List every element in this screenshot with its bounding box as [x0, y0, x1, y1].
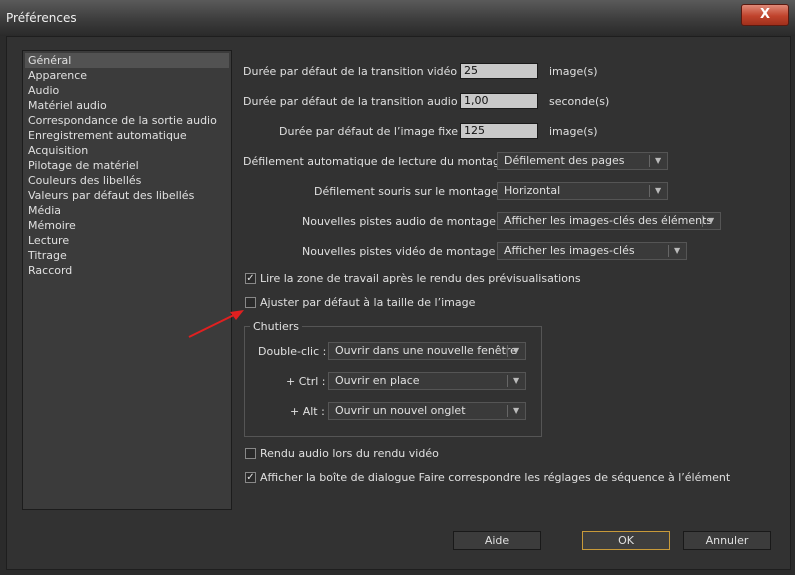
dropdown-separator	[507, 375, 508, 387]
sidebar-item-playback[interactable]: Lecture	[25, 233, 229, 248]
play-work-area-checkbox[interactable]: ✓	[245, 273, 256, 284]
double-click-value: Ouvrir dans une nouvelle fenêtre	[335, 344, 517, 357]
auto-scroll-dropdown[interactable]: Défilement des pages ▼	[497, 152, 668, 170]
audio-transition-unit: seconde(s)	[549, 95, 610, 108]
video-transition-unit: image(s)	[549, 65, 598, 78]
still-image-input[interactable]: 125	[460, 123, 538, 139]
sidebar-item-media[interactable]: Média	[25, 203, 229, 218]
dropdown-separator	[649, 185, 650, 197]
still-image-unit: image(s)	[549, 125, 598, 138]
show-match-dialog-label: Afficher la boîte de dialogue Faire corr…	[260, 471, 731, 484]
video-transition-input[interactable]: 25	[460, 63, 538, 79]
sidebar-item-general[interactable]: Général	[25, 53, 229, 68]
mouse-scroll-label: Défilement souris sur le montage :	[314, 185, 505, 198]
window-title: Préférences	[6, 11, 77, 25]
render-audio-checkbox[interactable]	[245, 448, 256, 459]
auto-scroll-value: Défilement des pages	[504, 154, 625, 167]
sidebar-item-trim[interactable]: Raccord	[25, 263, 229, 278]
auto-scroll-label: Défilement automatique de lecture du mon…	[243, 155, 514, 168]
preferences-window: Préférences X Général Apparence Audio Ma…	[0, 0, 795, 575]
new-audio-tracks-label: Nouvelles pistes audio de montage :	[302, 215, 504, 228]
sidebar-item-auto-save[interactable]: Enregistrement automatique	[25, 128, 229, 143]
annotation-arrow-icon	[188, 310, 244, 338]
chevron-down-icon: ▼	[513, 406, 520, 415]
audio-transition-input[interactable]: 1,00	[460, 93, 538, 109]
chevron-down-icon: ▼	[655, 156, 662, 165]
sidebar-item-label-colors[interactable]: Couleurs des libellés	[25, 173, 229, 188]
ok-button[interactable]: OK	[582, 531, 670, 550]
new-audio-tracks-dropdown[interactable]: Afficher les images-clés des éléments ▼	[497, 212, 721, 230]
video-transition-label: Durée par défaut de la transition vidéo …	[243, 65, 465, 78]
sidebar-item-label-defaults[interactable]: Valeurs par défaut des libellés	[25, 188, 229, 203]
dropdown-separator	[668, 245, 669, 257]
help-button[interactable]: Aide	[453, 531, 541, 550]
ctrl-value: Ouvrir en place	[335, 374, 420, 387]
dropdown-separator	[702, 215, 703, 227]
play-work-area-label: Lire la zone de travail après le rendu d…	[260, 272, 581, 285]
new-video-tracks-label: Nouvelles pistes vidéo de montage :	[302, 245, 503, 258]
ctrl-label: + Ctrl :	[286, 375, 326, 388]
close-button[interactable]: X	[741, 4, 789, 26]
chevron-down-icon: ▼	[513, 376, 520, 385]
sidebar-item-capture[interactable]: Acquisition	[25, 143, 229, 158]
ctrl-dropdown[interactable]: Ouvrir en place ▼	[328, 372, 526, 390]
still-image-label: Durée par défaut de l’image fixe :	[279, 125, 466, 138]
sidebar-item-titler[interactable]: Titrage	[25, 248, 229, 263]
new-video-tracks-value: Afficher les images-clés	[504, 244, 635, 257]
new-audio-tracks-value: Afficher les images-clés des éléments	[504, 214, 713, 227]
title-bar[interactable]: Préférences X	[0, 0, 795, 36]
bins-group-title: Chutiers	[250, 320, 303, 333]
render-audio-label: Rendu audio lors du rendu vidéo	[260, 447, 439, 460]
chevron-down-icon: ▼	[513, 346, 520, 355]
double-click-label: Double-clic :	[258, 345, 327, 358]
sidebar-item-audio-output-mapping[interactable]: Correspondance de la sortie audio	[25, 113, 229, 128]
dropdown-separator	[649, 155, 650, 167]
category-list[interactable]: Général Apparence Audio Matériel audio C…	[22, 50, 232, 510]
chevron-down-icon: ▼	[655, 186, 662, 195]
alt-value: Ouvrir un nouvel onglet	[335, 404, 466, 417]
audio-transition-label: Durée par défaut de la transition audio …	[243, 95, 465, 108]
show-match-dialog-checkbox[interactable]: ✓	[245, 472, 256, 483]
sidebar-item-appearance[interactable]: Apparence	[25, 68, 229, 83]
mouse-scroll-value: Horizontal	[504, 184, 561, 197]
sidebar-item-audio[interactable]: Audio	[25, 83, 229, 98]
sidebar-item-audio-hardware[interactable]: Matériel audio	[25, 98, 229, 113]
chevron-down-icon: ▼	[674, 246, 681, 255]
sidebar-item-device-control[interactable]: Pilotage de matériel	[25, 158, 229, 173]
scale-to-frame-label: Ajuster par défaut à la taille de l’imag…	[260, 296, 476, 309]
alt-label: + Alt :	[290, 405, 325, 418]
dropdown-separator	[507, 345, 508, 357]
cancel-button[interactable]: Annuler	[683, 531, 771, 550]
mouse-scroll-dropdown[interactable]: Horizontal ▼	[497, 182, 668, 200]
double-click-dropdown[interactable]: Ouvrir dans une nouvelle fenêtre ▼	[328, 342, 526, 360]
dropdown-separator	[507, 405, 508, 417]
sidebar-item-memory[interactable]: Mémoire	[25, 218, 229, 233]
chevron-down-icon: ▼	[708, 216, 715, 225]
alt-dropdown[interactable]: Ouvrir un nouvel onglet ▼	[328, 402, 526, 420]
new-video-tracks-dropdown[interactable]: Afficher les images-clés ▼	[497, 242, 687, 260]
